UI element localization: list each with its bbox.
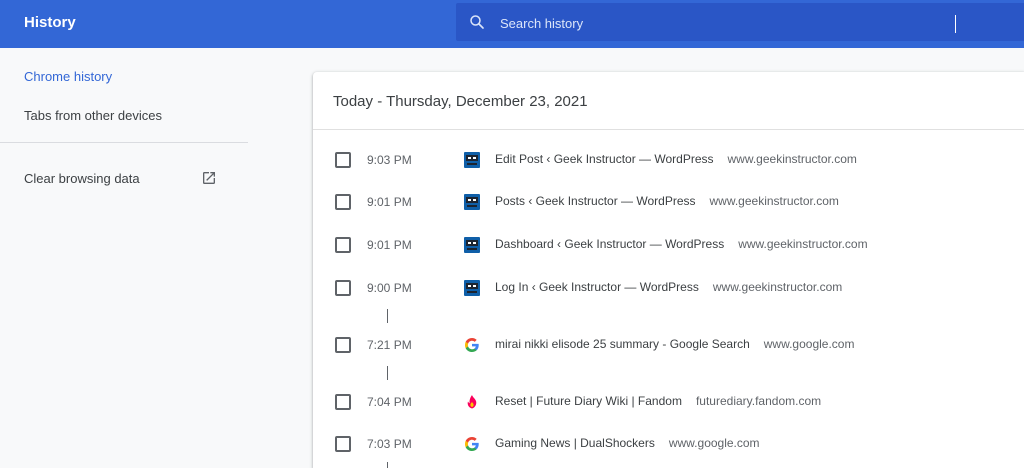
history-entry[interactable]: 9:00 PM Log In ‹ Geek Instructor — WordP… [313, 268, 1024, 308]
history-entry[interactable]: 9:01 PM Posts ‹ Geek Instructor — WordPr… [313, 182, 1024, 222]
entry-title-link[interactable]: Reset | Future Diary Wiki | Fandom future… [495, 394, 821, 408]
search-input[interactable] [498, 10, 1002, 36]
page-title: History [24, 14, 76, 31]
entry-checkbox[interactable] [335, 194, 351, 210]
entry-time: 9:01 PM [367, 195, 412, 209]
entry-title[interactable]: Edit Post ‹ Geek Instructor — WordPress [495, 152, 714, 166]
geekinstructor-favicon-icon [464, 152, 480, 168]
geekinstructor-favicon-icon [464, 280, 480, 296]
entry-title-link[interactable]: Log In ‹ Geek Instructor — WordPress www.… [495, 280, 842, 294]
entry-title-link[interactable]: mirai nikki elisode 25 summary - Google … [495, 337, 854, 351]
entry-title[interactable]: Dashboard ‹ Geek Instructor — WordPress [495, 237, 724, 251]
entry-title-link[interactable]: Dashboard ‹ Geek Instructor — WordPress w… [495, 237, 868, 251]
entry-checkbox[interactable] [335, 394, 351, 410]
sidebar-item-chrome-history[interactable]: Chrome history [24, 69, 112, 84]
toolbar: History [0, 0, 1024, 48]
entry-title-link[interactable]: Edit Post ‹ Geek Instructor — WordPress w… [495, 152, 857, 166]
google-favicon-icon [465, 437, 479, 451]
entry-domain: www.geekinstructor.com [709, 194, 839, 208]
entry-title-link[interactable]: Gaming News | DualShockers www.google.com [495, 436, 760, 450]
entry-domain: futurediary.fandom.com [695, 394, 822, 408]
search-icon[interactable] [468, 13, 486, 31]
entry-time: 9:03 PM [367, 153, 412, 167]
history-entry[interactable]: 9:03 PM Edit Post ‹ Geek Instructor — Wo… [313, 140, 1024, 180]
entry-domain: www.geekinstructor.com [727, 152, 857, 166]
entry-title-link[interactable]: Posts ‹ Geek Instructor — WordPress www.g… [495, 194, 839, 208]
entry-time: 9:00 PM [367, 281, 412, 295]
history-entry[interactable]: 7:04 PM Reset | Future Diary Wiki | Fand… [313, 382, 1024, 422]
entry-time: 9:01 PM [367, 238, 412, 252]
geekinstructor-favicon-icon [464, 194, 480, 210]
history-entry[interactable]: 7:03 PM Gaming News | DualShockers www.go… [313, 424, 1024, 464]
entry-checkbox[interactable] [335, 337, 351, 353]
time-gap-marker [387, 309, 388, 323]
time-gap-marker [387, 462, 388, 468]
search-field[interactable] [456, 3, 1024, 41]
sidebar-item-clear-browsing-data[interactable]: Clear browsing data [24, 171, 140, 186]
entry-title[interactable]: Gaming News | DualShockers [495, 436, 655, 450]
entry-checkbox[interactable] [335, 152, 351, 168]
history-entry[interactable]: 7:21 PM mirai nikki elisode 25 summary -… [313, 325, 1024, 365]
entry-checkbox[interactable] [335, 436, 351, 452]
sidebar-item-tabs-from-other-devices[interactable]: Tabs from other devices [24, 108, 162, 123]
geekinstructor-favicon-icon [464, 237, 480, 253]
entry-time: 7:04 PM [367, 395, 412, 409]
entry-time: 7:03 PM [367, 437, 412, 451]
entry-time: 7:21 PM [367, 338, 412, 352]
entry-title[interactable]: Log In ‹ Geek Instructor — WordPress [495, 280, 699, 294]
entry-title[interactable]: Reset | Future Diary Wiki | Fandom [495, 394, 682, 408]
google-favicon-icon [465, 338, 479, 352]
entry-domain: www.google.com [763, 337, 855, 351]
entry-title[interactable]: mirai nikki elisode 25 summary - Google … [495, 337, 750, 351]
entry-domain: www.geekinstructor.com [712, 280, 843, 294]
entry-title[interactable]: Posts ‹ Geek Instructor — WordPress [495, 194, 696, 208]
time-gap-marker [387, 366, 388, 380]
open-in-new-icon[interactable] [201, 170, 217, 186]
fandom-favicon-icon [467, 395, 477, 409]
entry-domain: www.geekinstructor.com [738, 237, 868, 251]
sidebar: Chrome history Tabs from other devices C… [0, 48, 248, 468]
entry-checkbox[interactable] [335, 280, 351, 296]
entry-domain: www.google.com [668, 436, 760, 450]
date-header: Today - Thursday, December 23, 2021 [313, 72, 1024, 130]
history-card: Today - Thursday, December 23, 2021 9:03… [313, 72, 1024, 468]
sidebar-divider [0, 142, 248, 143]
entry-checkbox[interactable] [335, 237, 351, 253]
history-entry[interactable]: 9:01 PM Dashboard ‹ Geek Instructor — Wo… [313, 225, 1024, 265]
